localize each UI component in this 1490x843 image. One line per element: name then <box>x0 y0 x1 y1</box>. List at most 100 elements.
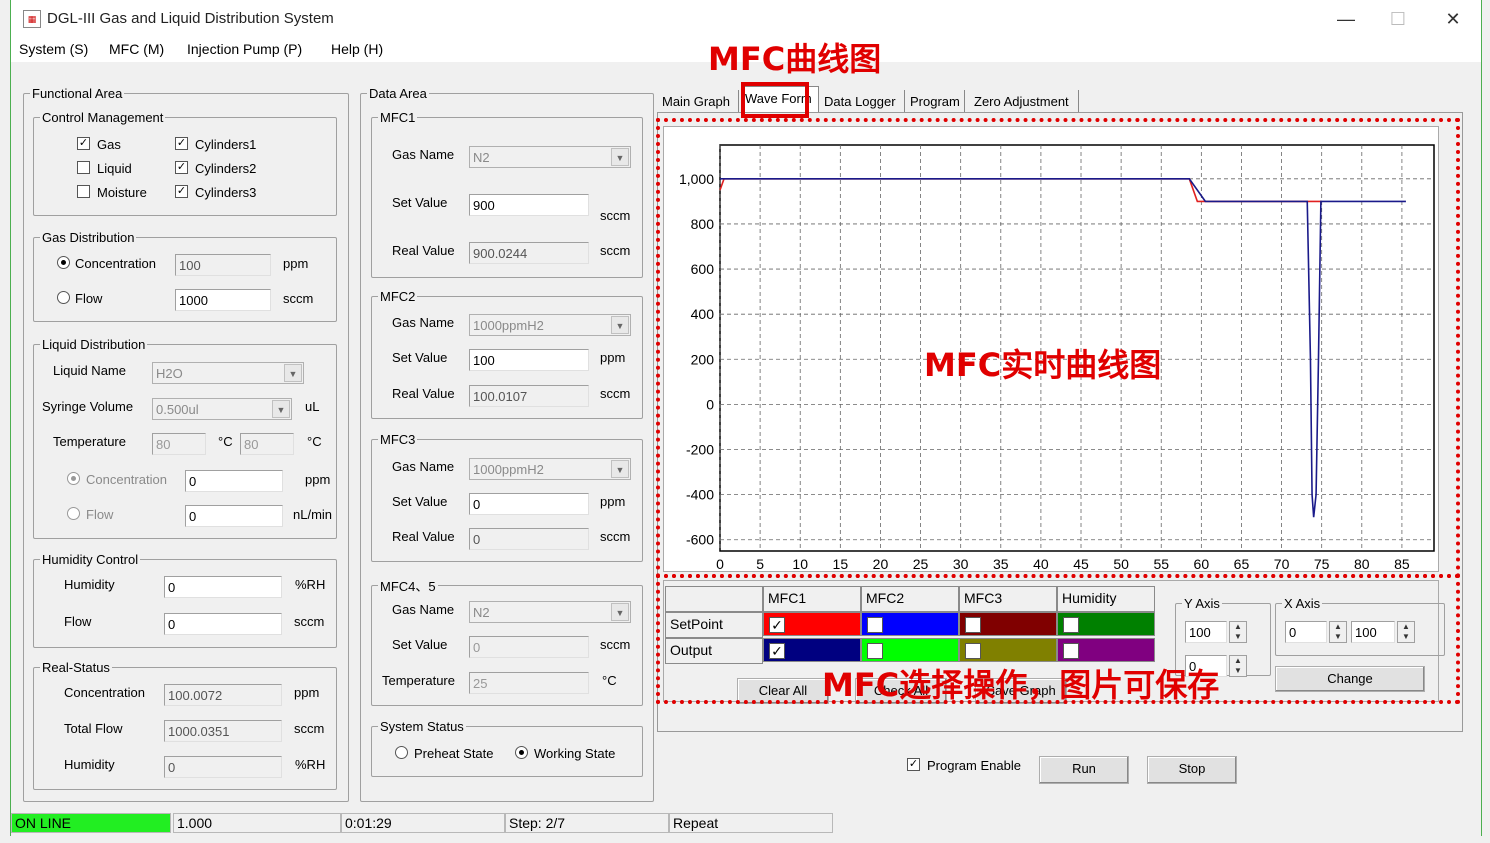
mfc2-set-input[interactable]: 100 <box>469 349 589 371</box>
liquid-concentration-input[interactable]: 0 <box>185 470 283 492</box>
program-enable-checkbox[interactable]: ✓ <box>907 758 920 771</box>
menu-system[interactable]: System (S) <box>19 41 88 57</box>
liquid-temperature-unit: °C <box>218 434 233 449</box>
liquid-temperature-actual-unit: °C <box>307 434 322 449</box>
tab-main-graph[interactable]: Main Graph <box>659 90 739 112</box>
liquid-temperature-label: Temperature <box>53 434 126 449</box>
menu-help[interactable]: Help (H) <box>331 41 383 57</box>
moisture-checkbox[interactable] <box>77 185 90 198</box>
mfc45-gas-select[interactable]: N2 ▼ <box>469 601 631 623</box>
liquid-flow-input[interactable]: 0 <box>185 505 283 527</box>
mfc1-set-input[interactable]: 900 <box>469 194 589 216</box>
gas-flow-unit: sccm <box>283 291 314 306</box>
cylinders1-label: Cylinders1 <box>195 137 257 152</box>
mfc45-set-label: Set Value <box>392 637 448 652</box>
mfc45-temp-unit: °C <box>602 673 617 688</box>
mfc1-gas-label: Gas Name <box>392 147 455 162</box>
functional-area-legend: Functional Area <box>32 86 123 101</box>
humidity-label: Humidity <box>64 577 115 592</box>
mfc3-set-label: Set Value <box>392 494 448 509</box>
liquid-name-select[interactable]: H2O ▼ <box>152 362 304 384</box>
cylinders1-checkbox[interactable]: ✓ <box>175 137 188 150</box>
real-humidity-unit: %RH <box>295 757 326 772</box>
liquid-name-value: H2O <box>156 366 183 381</box>
stop-button[interactable]: Stop <box>1147 756 1237 784</box>
humidity-flow-input[interactable]: 0 <box>164 613 282 635</box>
status-bar: ON LINE 1.000 0:01:29 Step: 2/7 Repeat <box>11 812 1481 836</box>
mfc2-gas-value: 1000ppmH2 <box>473 318 544 333</box>
liquid-temperature-actual[interactable]: 80 <box>240 433 294 455</box>
gas-label: Gas <box>97 137 121 152</box>
tab-program[interactable]: Program <box>907 90 965 112</box>
liquid-name-label: Liquid Name <box>53 363 126 378</box>
mfc2-real-unit: sccm <box>600 386 631 401</box>
chevron-down-icon: ▼ <box>611 148 629 166</box>
mfc3-gas-label: Gas Name <box>392 459 455 474</box>
liquid-concentration-radio[interactable] <box>67 472 80 485</box>
mfc1-set-label: Set Value <box>392 195 448 210</box>
annotation-middle: MFC实时曲线图 <box>924 346 1162 384</box>
menu-injection-pump[interactable]: Injection Pump (P) <box>187 41 302 57</box>
syringe-volume-select[interactable]: 0.500ul ▼ <box>152 398 292 420</box>
liquid-concentration-unit: ppm <box>305 472 331 487</box>
humidity-flow-unit: sccm <box>294 614 325 629</box>
syringe-volume-label: Syringe Volume <box>42 399 134 414</box>
liquid-concentration-label: Concentration <box>86 472 167 487</box>
close-button[interactable]: ✕ <box>1438 6 1468 32</box>
mfc45-set-input[interactable]: 0 <box>469 636 589 658</box>
mfc45-gas-value: N2 <box>473 605 490 620</box>
real-humidity-label: Humidity <box>64 757 115 772</box>
real-concentration-unit: ppm <box>294 685 320 700</box>
maximize-button[interactable]: ☐ <box>1383 6 1413 32</box>
mfc1-gas-select[interactable]: N2 ▼ <box>469 146 631 168</box>
mfc2-legend: MFC2 <box>380 289 416 304</box>
mfc45-gas-label: Gas Name <box>392 602 455 617</box>
working-label: Working State <box>534 746 616 761</box>
mfc1-legend: MFC1 <box>380 110 416 125</box>
mfc3-set-input[interactable]: 0 <box>469 493 589 515</box>
liquid-temperature-input[interactable]: 80 <box>152 433 206 455</box>
real-status-legend: Real-Status <box>42 660 110 675</box>
liquid-label: Liquid <box>97 161 132 176</box>
humidity-control-legend: Humidity Control <box>42 552 139 567</box>
moisture-label: Moisture <box>97 185 147 200</box>
cylinders3-checkbox[interactable]: ✓ <box>175 185 188 198</box>
control-management-legend: Control Management <box>42 110 164 125</box>
gas-concentration-radio[interactable] <box>57 256 70 269</box>
gas-flow-input[interactable]: 1000 <box>175 289 271 311</box>
menu-mfc[interactable]: MFC (M) <box>109 41 164 57</box>
mfc2-gas-select[interactable]: 1000ppmH2 ▼ <box>469 314 631 336</box>
mfc45-temp-value: 25 <box>469 672 589 694</box>
tab-zero-adjustment[interactable]: Zero Adjustment <box>971 90 1079 112</box>
humidity-input[interactable]: 0 <box>164 576 282 598</box>
mfc2-real-value: 100.0107 <box>469 385 589 407</box>
liquid-checkbox[interactable] <box>77 161 90 174</box>
mfc2-set-unit: ppm <box>600 350 626 365</box>
chevron-down-icon: ▼ <box>284 364 302 382</box>
chevron-down-icon: ▼ <box>611 603 629 621</box>
real-humidity-value: 0 <box>164 756 282 778</box>
run-button[interactable]: Run <box>1039 756 1129 784</box>
mfc3-real-value: 0 <box>469 528 589 550</box>
real-concentration-value: 100.0072 <box>164 684 282 706</box>
gas-flow-radio[interactable] <box>57 291 70 304</box>
preheat-radio[interactable] <box>395 746 408 759</box>
mfc2-real-label: Real Value <box>392 386 455 401</box>
minimize-button[interactable]: — <box>1331 6 1361 32</box>
mfc3-gas-select[interactable]: 1000ppmH2 ▼ <box>469 458 631 480</box>
cylinders2-checkbox[interactable]: ✓ <box>175 161 188 174</box>
gas-checkbox[interactable]: ✓ <box>77 137 90 150</box>
mfc3-legend: MFC3 <box>380 432 416 447</box>
working-radio[interactable] <box>515 746 528 759</box>
status-value: 1.000 <box>173 813 341 833</box>
liquid-distribution-legend: Liquid Distribution <box>42 337 146 352</box>
liquid-flow-radio[interactable] <box>67 507 80 520</box>
tab-data-logger[interactable]: Data Logger <box>821 90 905 112</box>
gas-concentration-input[interactable]: 100 <box>175 254 271 276</box>
humidity-unit: %RH <box>295 577 326 592</box>
mfc3-real-label: Real Value <box>392 529 455 544</box>
mfc3-real-unit: sccm <box>600 529 631 544</box>
mfc1-real-unit: sccm <box>600 243 631 258</box>
chevron-down-icon: ▼ <box>611 316 629 334</box>
annotation-bottom: MFC选择操作，图片可保存 <box>822 666 1220 704</box>
